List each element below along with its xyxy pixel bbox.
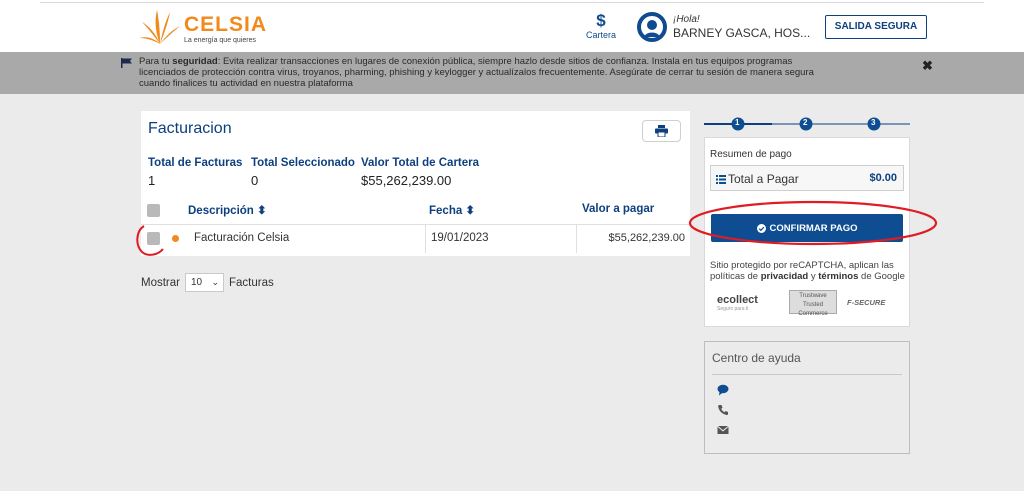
greeting-text: ¡Hola!	[673, 14, 700, 25]
table-row: Facturación Celsia 19/01/2023 $55,262,23…	[141, 224, 690, 253]
ecollect-badge: ecollect Seguro para ti	[717, 294, 758, 312]
celsia-sun-logo-icon	[139, 10, 180, 44]
select-all-checkbox[interactable]	[147, 204, 160, 217]
show-label: Mostrar	[141, 276, 180, 289]
column-divider	[425, 225, 426, 253]
summary-title: Resumen de pago	[710, 149, 792, 160]
security-badges: ecollect Seguro para ti Trustwave Trusted …	[713, 290, 905, 318]
top-header: CELSIA La energía que quieres $ Cartera …	[0, 0, 1024, 52]
terms-link[interactable]: términos	[818, 271, 858, 282]
cartera-label: Cartera	[585, 30, 616, 40]
user-name: BARNEY GASCA, HOS...	[673, 26, 811, 40]
help-divider	[712, 374, 902, 375]
total-label: Total a Pagar	[728, 172, 799, 186]
step-3[interactable]: 3	[871, 118, 875, 127]
column-divider	[576, 225, 577, 253]
column-header-descripcion[interactable]: Descripción ⬍	[188, 203, 267, 217]
checkbox-highlight-annotation	[136, 225, 164, 256]
user-menu[interactable]: ¡Hola! BARNEY GASCA, HOS...	[637, 12, 810, 42]
header-divider	[40, 2, 984, 3]
help-center-title: Centro de ayuda	[712, 351, 801, 365]
logout-button[interactable]: SALIDA SEGURA	[825, 15, 927, 39]
recaptcha-notice: Sitio protegido por reCAPTCHA, aplican l…	[710, 260, 905, 282]
help-center-panel: Centro de ayuda	[704, 341, 910, 454]
status-dot	[172, 235, 179, 242]
chat-icon[interactable]	[717, 384, 729, 396]
facturacion-card: Facturacion Total de Facturas 1 Total Se…	[141, 111, 690, 256]
stepper-labels: 1 2 3	[704, 117, 910, 131]
row-descripcion: Facturación Celsia	[194, 232, 290, 244]
cartera-link[interactable]: $ Cartera	[580, 12, 622, 41]
dollar-icon: $	[596, 11, 606, 30]
email-icon[interactable]	[717, 424, 729, 436]
row-fecha: 19/01/2023	[431, 232, 489, 244]
trustwave-badge: Trustwave Trusted Commerce	[789, 290, 837, 317]
flag-icon	[121, 58, 132, 68]
phone-icon[interactable]	[717, 404, 729, 416]
column-header-valor: Valor a pagar	[582, 203, 655, 215]
chevron-down-icon: ⌄	[211, 277, 219, 287]
step-1[interactable]: 1	[735, 118, 739, 127]
page-title: Facturacion	[148, 120, 232, 137]
print-button[interactable]	[642, 120, 681, 142]
list-icon	[716, 174, 726, 184]
stat-total-seleccionado: Total Seleccionado 0	[251, 157, 355, 188]
page-size-control: Mostrar 10 ⌄ Facturas	[141, 273, 274, 292]
confirm-highlight-annotation	[688, 200, 938, 246]
user-avatar-icon	[637, 12, 667, 42]
logo-name: CELSIA	[184, 13, 268, 36]
total-value: $0.00	[869, 172, 897, 184]
stat-total-facturas: Total de Facturas 1	[148, 157, 243, 188]
show-suffix: Facturas	[228, 276, 274, 289]
privacy-link[interactable]: privacidad	[761, 271, 809, 282]
celsia-logo[interactable]: CELSIA La energía que quieres	[138, 8, 267, 46]
stat-valor-total: Valor Total de Cartera $55,262,239.00	[361, 157, 480, 188]
row-valor: $55,262,239.00	[608, 232, 685, 244]
printer-icon	[655, 125, 668, 137]
security-banner: Para tu seguridad: Evita realizar transa…	[0, 52, 1024, 94]
page-size-select[interactable]: 10 ⌄	[184, 273, 224, 292]
close-icon[interactable]: ✖	[922, 58, 933, 74]
step-2[interactable]: 2	[803, 118, 807, 127]
column-header-fecha[interactable]: Fecha ⬍	[429, 203, 475, 217]
logo-tagline: La energía que quieres	[184, 37, 256, 44]
security-message: Para tu seguridad: Evita realizar transa…	[139, 56, 814, 89]
total-to-pay-box: Total a Pagar $0.00	[710, 165, 904, 191]
fsecure-badge: F-SECURE	[847, 298, 886, 307]
